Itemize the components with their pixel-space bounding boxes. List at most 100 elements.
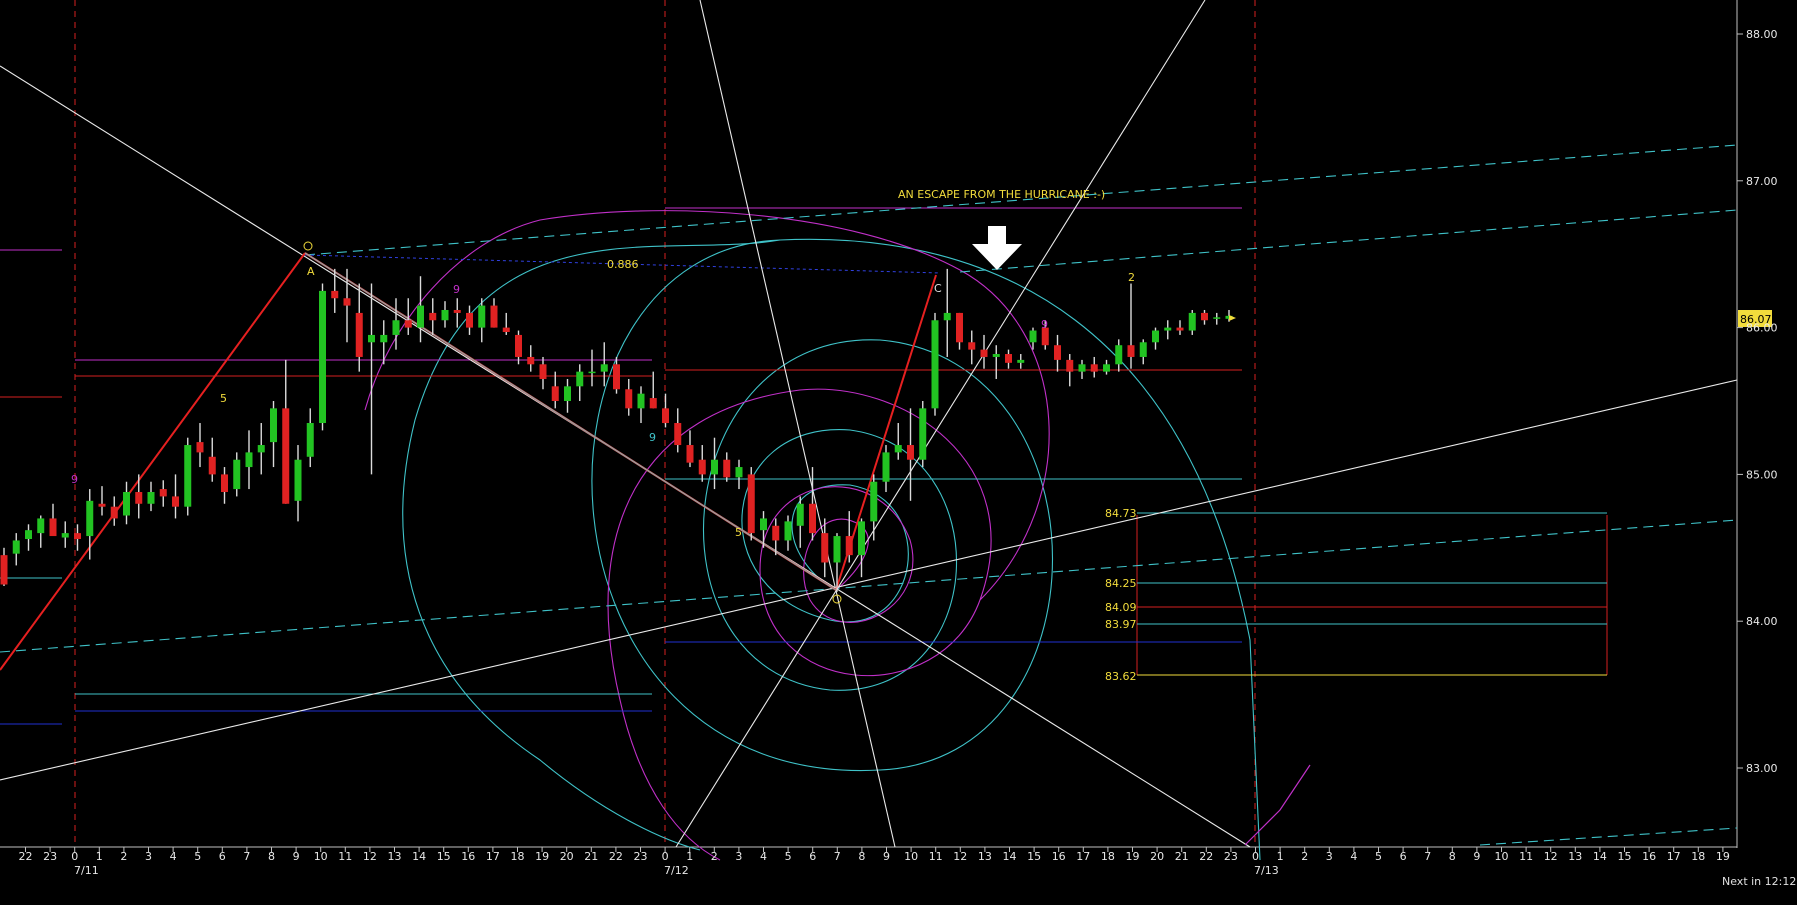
candle-down [331,290,339,299]
hour-label: 10 [904,850,918,863]
hour-label: 2 [120,850,127,863]
candle-down [968,342,976,350]
hour-label: 6 [809,850,816,863]
candle-up [576,371,584,387]
hour-label: 1 [96,850,103,863]
candle-down [625,389,633,409]
count-label-9b: 9 [71,473,78,486]
hour-label: 15 [1618,850,1632,863]
candle-down [674,423,682,446]
candle-down [49,518,57,537]
hour-label: 7 [243,850,250,863]
hurricane-annotation: AN ESCAPE FROM THE HURRICANE :-) [898,188,1105,201]
candle-up [37,518,45,534]
hour-label: 20 [1150,850,1164,863]
candle-down [466,312,473,328]
candle-up [600,364,608,372]
hour-label: 3 [735,850,742,863]
candle-up [1139,342,1147,357]
hour-label: 15 [1027,850,1041,863]
candle-down [698,459,706,475]
level-label-4: 83.97 [1105,618,1137,631]
hour-label: 12 [1544,850,1558,863]
candle-down [196,442,204,453]
candle-up [270,408,277,443]
candle-down [0,555,8,585]
candle-down [845,536,853,556]
hour-label: 11 [929,850,943,863]
candle-down [686,445,694,463]
level-label-1: 84.73 [1105,507,1137,520]
candle-down [539,364,547,379]
day-label: 7/11 [74,864,99,877]
hour-label: 13 [388,850,402,863]
candle-down [1066,359,1074,372]
hour-label: 5 [1375,850,1382,863]
price-tick-label: 86.00 [1746,322,1778,335]
hour-label: 0 [1252,850,1259,863]
candle-up [1078,364,1086,372]
point-label-c: C [934,282,942,295]
candle-up [12,540,20,554]
candle-up [1213,317,1221,319]
candle-up [735,467,743,478]
next-bar-timer: Next in 12:12 [1722,875,1796,888]
hour-label: 6 [219,850,226,863]
candle-down [907,445,914,460]
hour-label: 6 [1400,850,1407,863]
price-tick-label: 88.00 [1746,28,1778,41]
candle-up [796,503,804,526]
fib-ratio-label: 0.886 [607,258,639,271]
count-label-9d: 9 [1041,318,1048,331]
candle-up [441,309,449,321]
candle-up [784,521,792,541]
count-label-9c: 9 [649,431,656,444]
candle-up [833,536,841,563]
candle-up [931,320,939,409]
price-chart[interactable]: AN ESCAPE FROM THE HURRICANE :-) 0.886 A… [0,0,1797,905]
candle-down [527,356,535,365]
price-tick-label: 87.00 [1746,175,1778,188]
candle-down [515,334,522,357]
candle-up [25,530,32,539]
candle-up [417,305,424,328]
hour-label: 16 [1642,850,1656,863]
candle-down [282,408,290,504]
hour-label: 16 [461,850,475,863]
candle-down [662,408,669,424]
candle-up [1152,330,1159,343]
hour-label: 23 [1224,850,1238,863]
hour-label: 22 [19,850,33,863]
candle-down [1176,327,1184,331]
candle-down [1201,312,1208,321]
candle-up [894,445,902,453]
hour-label: 2 [1301,850,1308,863]
hour-label: 14 [1003,850,1017,863]
candle-down [772,525,780,541]
candle-up [870,481,878,522]
candle-down [429,312,437,321]
candle-down [110,506,118,519]
hour-label: 14 [1593,850,1607,863]
candle-down [747,474,755,534]
hour-label: 18 [1691,850,1705,863]
hour-label: 11 [1519,850,1533,863]
candle-up [760,518,767,531]
candle-up [1029,330,1037,343]
candle-down [98,503,106,507]
candle-down [490,305,498,328]
day-label: 7/12 [664,864,689,877]
hour-label: 21 [584,850,598,863]
candle-up [882,452,890,482]
hour-label: 8 [1449,850,1456,863]
count-label-9a: 9 [453,283,460,296]
hour-label: 10 [314,850,328,863]
candle-down [821,533,829,563]
hour-label: 22 [609,850,623,863]
candle-up [919,408,927,460]
hour-label: 21 [1175,850,1189,863]
candle-down [208,456,216,475]
candle-up [858,521,865,556]
hour-label: 9 [1473,850,1480,863]
hour-label: 12 [363,850,377,863]
